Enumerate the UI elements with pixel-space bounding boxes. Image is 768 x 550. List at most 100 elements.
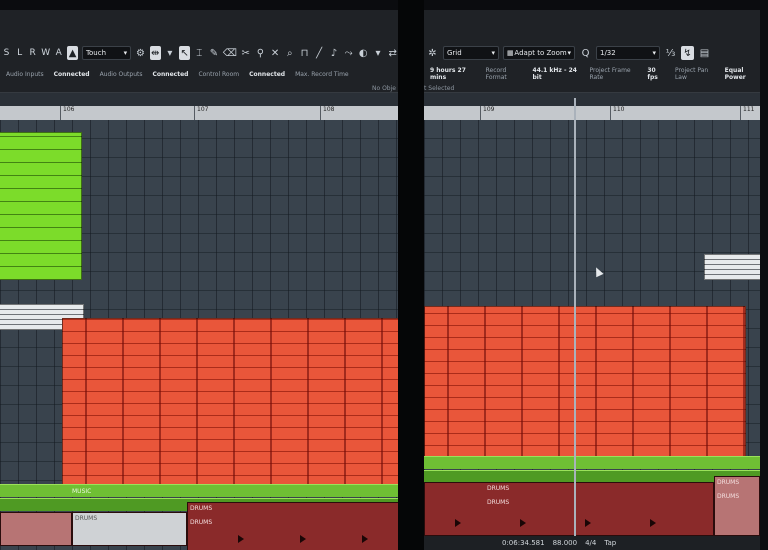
drum-hit-marker xyxy=(238,535,244,543)
ruler-bar-label: 111 xyxy=(740,106,760,120)
audio-inputs-status: Connected xyxy=(53,70,90,78)
draw-tool-icon[interactable]: ✎ xyxy=(209,46,220,60)
split-tool-icon[interactable]: ✂ xyxy=(240,46,251,60)
drums-clip-label: DRUMS xyxy=(487,499,510,506)
music-track-label: MUSIC xyxy=(72,488,92,495)
toolbar-row: ✲ Grid ▾ ▦ Adapt to Zoom ▾ Q 1/32 ▾ ⅓ ↯ … xyxy=(424,42,760,64)
music-track-lane[interactable] xyxy=(424,456,760,469)
drum-hit-marker xyxy=(520,519,526,527)
drums-clip-label: DRUMS xyxy=(717,493,740,500)
drum-hit-marker xyxy=(650,519,656,527)
monitor-bezel-divider xyxy=(398,0,424,550)
quantize-icon[interactable]: Q xyxy=(579,46,592,60)
ruler-bar-label: 107 xyxy=(194,106,320,120)
line-tool-icon[interactable]: ╱ xyxy=(314,46,325,60)
grid-snap-icon[interactable]: ✲ xyxy=(426,46,439,60)
toolbar-row: S L R W A ▲ Touch ▾ ⚙ ⇹ ▾ ↖ ⌶ ✎ ⌫ ✂ ⚲ ✕ … xyxy=(0,42,398,64)
zoom-adapt-value: Adapt to Zoom xyxy=(514,49,567,57)
listen-button[interactable]: L xyxy=(15,48,24,58)
color-tool-icon[interactable]: ◐ xyxy=(358,46,369,60)
object-selection-tool-icon[interactable]: ↖ xyxy=(179,46,190,60)
track-area[interactable]: MUSIC DRUMS DRUMS DRUMS xyxy=(0,120,398,550)
drums-clip[interactable] xyxy=(0,512,72,546)
range-tool-icon[interactable]: ⌶ xyxy=(194,46,205,60)
drums-clip[interactable]: DRUMS xyxy=(72,512,187,546)
pan-law-label: Project Pan Law xyxy=(674,67,709,81)
ruler-bar-label: 110 xyxy=(610,106,740,120)
drums-clip-label: DRUMS xyxy=(75,515,98,522)
automation-mode-dropdown[interactable]: Touch ▾ xyxy=(81,46,132,60)
nudge-icon[interactable]: ⇄ xyxy=(387,46,398,60)
iterative-quantize-icon[interactable]: ↯ xyxy=(681,46,694,60)
comp-tool-icon[interactable]: ⊓ xyxy=(299,46,310,60)
audio-event-white[interactable] xyxy=(704,254,760,280)
read-button[interactable]: R xyxy=(28,48,37,58)
ruler-bar-label: 108 xyxy=(320,106,398,120)
drums-clip-label: DRUMS xyxy=(487,485,510,492)
right-monitor-screen: ✲ Grid ▾ ▦ Adapt to Zoom ▾ Q 1/32 ▾ ⅓ ↯ … xyxy=(424,10,760,550)
drums-clip[interactable]: DRUMS DRUMS xyxy=(424,482,714,536)
drum-hit-marker xyxy=(585,519,591,527)
snap-icon[interactable]: ⇹ xyxy=(149,46,161,60)
grid-type-value: Grid xyxy=(447,49,462,57)
audio-inputs-label: Audio Inputs xyxy=(6,70,44,78)
zoom-adapt-icon: ▦ xyxy=(507,49,514,57)
chevron-down-icon[interactable]: ▾ xyxy=(165,46,176,60)
chevron-down-icon[interactable]: ▾ xyxy=(373,46,384,60)
selected-status-text: t Selected xyxy=(424,85,455,92)
grid-type-dropdown[interactable]: Grid ▾ xyxy=(443,46,499,60)
drums-clip-label: DRUMS xyxy=(717,479,740,486)
time-warp-tool-icon[interactable]: ⤳ xyxy=(343,46,354,60)
ruler-bar-label: 106 xyxy=(60,106,194,120)
settings-icon[interactable]: ⚙ xyxy=(135,46,146,60)
automation-button[interactable]: A xyxy=(54,48,63,58)
toolbar: S L R W A ▲ Touch ▾ ⚙ ⇹ ▾ ↖ ⌶ ✎ ⌫ ✂ ⚲ ✕ … xyxy=(0,10,398,93)
solo-button[interactable]: S xyxy=(2,48,11,58)
zoom-tool-icon[interactable]: ⌕ xyxy=(284,46,295,60)
timeline-ruler[interactable]: 109 110 111 xyxy=(424,106,760,120)
grid-icon[interactable]: ▤ xyxy=(698,46,711,60)
toolbar: ✲ Grid ▾ ▦ Adapt to Zoom ▾ Q 1/32 ▾ ⅓ ↯ … xyxy=(424,10,760,93)
drums-clip[interactable]: DRUMS DRUMS xyxy=(187,502,398,550)
audio-event-green[interactable] xyxy=(0,132,82,280)
pan-law-value: Equal Power xyxy=(724,67,746,81)
control-room-status: Connected xyxy=(249,70,286,78)
chevron-down-icon: ▾ xyxy=(123,49,128,57)
timeline-ruler[interactable]: 106 107 108 xyxy=(0,106,398,120)
time-signature-display[interactable]: 4/4 xyxy=(585,539,596,547)
audio-event-red[interactable] xyxy=(62,318,398,488)
record-format-label: Record Format xyxy=(485,67,507,81)
frame-rate-label: Project Frame Rate xyxy=(589,67,631,81)
glue-tool-icon[interactable]: ⚲ xyxy=(255,46,266,60)
tap-tempo-button[interactable]: Tap xyxy=(604,539,616,547)
record-format-value: 44.1 kHz - 24 bit xyxy=(532,67,577,81)
chevron-down-icon: ▾ xyxy=(567,49,571,57)
quantize-apply-icon[interactable]: ⅓ xyxy=(664,46,677,60)
record-time-remaining: 9 hours 27 mins xyxy=(430,67,466,81)
max-record-time-label: Max. Record Time xyxy=(295,70,349,78)
audio-outputs-label: Audio Outputs xyxy=(99,70,143,78)
erase-tool-icon[interactable]: ⌫ xyxy=(223,46,237,60)
transport-status-bar: 0:06:34.581 88.000 4/4 Tap xyxy=(424,536,760,550)
mute-tool-icon[interactable]: ✕ xyxy=(270,46,281,60)
quantize-dropdown[interactable]: 1/32 ▾ xyxy=(596,46,660,60)
audio-outputs-status: Connected xyxy=(152,70,189,78)
chevron-down-icon: ▾ xyxy=(491,49,495,57)
play-tool-icon[interactable]: ♪ xyxy=(329,46,340,60)
drum-hit-marker xyxy=(300,535,306,543)
chevron-down-icon: ▾ xyxy=(652,49,656,57)
tempo-display[interactable]: 88.000 xyxy=(553,539,578,547)
zoom-adapt-dropdown[interactable]: ▦ Adapt to Zoom ▾ xyxy=(503,46,575,60)
drum-hit-marker xyxy=(455,519,461,527)
track-area[interactable]: DRUMS DRUMS DRUMS DRUMS xyxy=(424,120,760,550)
drum-hit-marker xyxy=(362,535,368,543)
write-button[interactable]: W xyxy=(41,48,50,58)
playhead-cursor[interactable] xyxy=(574,98,576,550)
automation-mode-icon[interactable]: ▲ xyxy=(67,46,78,60)
audio-event-red[interactable] xyxy=(424,306,746,458)
music-track-lane[interactable] xyxy=(0,484,398,497)
frame-rate-value: 30 fps xyxy=(647,67,658,81)
time-display[interactable]: 0:06:34.581 xyxy=(502,539,545,547)
drums-clip[interactable]: DRUMS DRUMS xyxy=(714,476,760,536)
drums-clip-label: DRUMS xyxy=(190,505,213,512)
